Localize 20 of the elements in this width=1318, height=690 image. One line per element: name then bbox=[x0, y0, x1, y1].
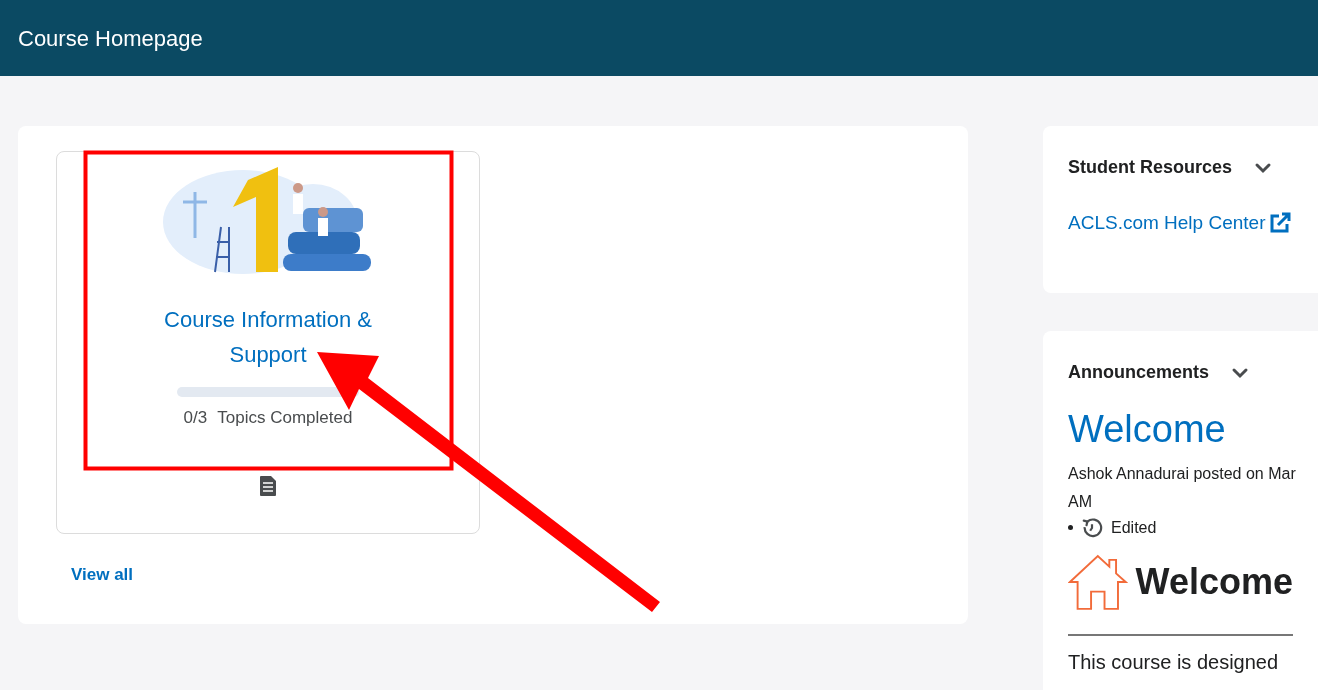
external-link-icon bbox=[1269, 212, 1292, 235]
panel-title: Announcements bbox=[1068, 361, 1209, 384]
document-icon bbox=[259, 474, 277, 497]
posted-info: Ashok Annadurai posted on Mar bbox=[1068, 463, 1296, 484]
chevron-icon[interactable] bbox=[1254, 161, 1273, 174]
chevron-icon[interactable] bbox=[1231, 366, 1249, 379]
help-center-link[interactable]: ACLS.com Help Center bbox=[1068, 209, 1292, 238]
welcome-heading: Welcome bbox=[1135, 559, 1293, 604]
progress-label: Topics Completed bbox=[217, 407, 353, 429]
page-title: Course Homepage bbox=[18, 24, 203, 53]
announcement-text: This course is designed bbox=[1068, 649, 1279, 674]
view-all-link[interactable]: View all bbox=[71, 562, 134, 588]
history-icon bbox=[1081, 516, 1103, 539]
module-title-link[interactable]: Course Information & Support bbox=[143, 302, 393, 372]
bullet-icon bbox=[1068, 525, 1073, 530]
announcement-title-link[interactable]: Welcome bbox=[1068, 406, 1226, 454]
edited-label: Edited bbox=[1111, 517, 1157, 538]
posted-info: AM bbox=[1068, 491, 1092, 512]
panel-title: Student Resources bbox=[1068, 156, 1233, 179]
progress-count: 0/3 bbox=[183, 407, 208, 429]
